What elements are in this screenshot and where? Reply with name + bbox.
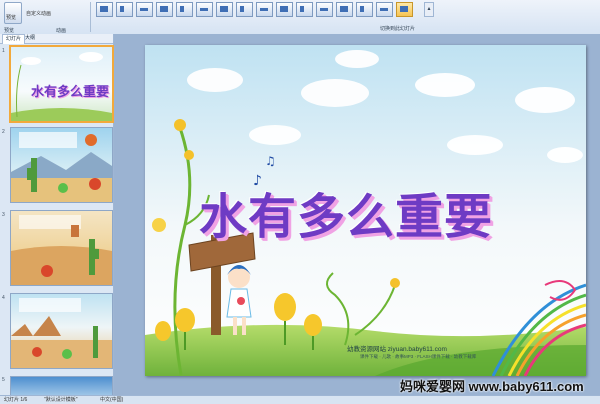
transition-effect-button[interactable] [316,2,333,17]
ribbon-separator [90,2,91,32]
watermark-text: 妈咪爱婴网 www.baby611.com [400,379,584,394]
transition-effect-button[interactable] [196,2,213,17]
slide-number: 3 [2,212,5,218]
transition-effect-button[interactable] [236,2,253,17]
transition-effect-icon [320,8,328,11]
transition-effect-button[interactable] [176,2,193,17]
gallery-scroll-up[interactable]: ▴ [424,2,434,17]
transition-effect-icon [140,8,148,11]
group-label-preview: 预览 [4,28,15,34]
transition-effect-button[interactable] [276,2,293,17]
site-subcaption: 课件下载 · 儿歌 · 故事MP3 · FLASH课件下载 · 幼教下载库 [360,354,477,359]
panel-tabs: 幻灯片 大纲 [0,34,113,44]
slide-number: 2 [2,129,5,135]
transition-effect-button[interactable] [356,2,373,17]
slide-thumbnail-4[interactable] [10,293,113,369]
transition-effect-icon [260,8,268,11]
transition-effect-button[interactable] [96,2,113,17]
custom-animation-button[interactable]: 自定义动画 [26,10,51,17]
slide-thumbnail-3[interactable] [10,210,113,286]
transition-effect-icon [300,6,304,12]
transition-effect-button[interactable] [336,2,353,17]
slide-thumbnail-1[interactable]: 水有多么重要 [9,45,114,123]
group-label-transition: 切换到此幻灯片 [380,26,416,32]
transition-effect-icon [100,6,108,12]
tab-outline[interactable]: 大纲 [22,34,38,43]
transition-effect-icon [200,8,208,11]
transition-effect-button[interactable] [376,2,393,17]
transition-effect-icon [280,6,288,12]
transition-effect-button[interactable] [156,2,173,17]
transition-effect-icon [340,6,348,12]
group-label-animation: 动画 [56,28,67,34]
transition-effect-icon [400,6,408,12]
transition-effect-icon [240,6,244,12]
transition-effect-button[interactable] [256,2,273,17]
current-slide[interactable]: ♪ ♫ 水有多么重要 幼教资源网站 ziyuan.baby611.com 课件下… [145,45,586,376]
transition-effect-icon [160,6,168,12]
preview-label: 预览 [6,15,17,21]
slide-2-thumb-art [11,132,112,202]
slide-number: 5 [2,377,5,383]
slide-number: 4 [2,295,5,301]
slide-1-thumb-title: 水有多么重要 [31,85,110,100]
slide-thumbnail-2[interactable] [10,127,113,203]
transition-effect-icon [380,8,388,11]
slide-3-thumb-art [11,215,112,285]
transition-effect-button[interactable] [216,2,233,17]
slide-number: 1 [2,48,5,54]
slide-4-thumb-art [11,298,112,368]
transition-effect-button[interactable] [296,2,313,17]
transition-effect-button[interactable] [136,2,153,17]
svg-text:♫: ♫ [265,154,276,168]
ribbon-preview-group: 预览 自定义动画 预览 动画 [2,2,90,34]
site-caption: 幼教资源网站 ziyuan.baby611.com [347,346,447,353]
transition-effect-button[interactable] [116,2,133,17]
transition-effect-icon [180,6,184,12]
transition-effect-icon [360,6,364,12]
slide-title[interactable]: 水有多么重要 [199,177,493,247]
slides-panel: 幻灯片 大纲 1 水有多么重要 2 3 4 5 [0,34,114,398]
transition-effect-icon [220,6,228,12]
ribbon: 预览 自定义动画 预览 动画 ▴ 切换到此幻灯片 [0,0,600,35]
transition-effect-button[interactable] [396,2,413,17]
transition-effect-icon [120,6,124,12]
